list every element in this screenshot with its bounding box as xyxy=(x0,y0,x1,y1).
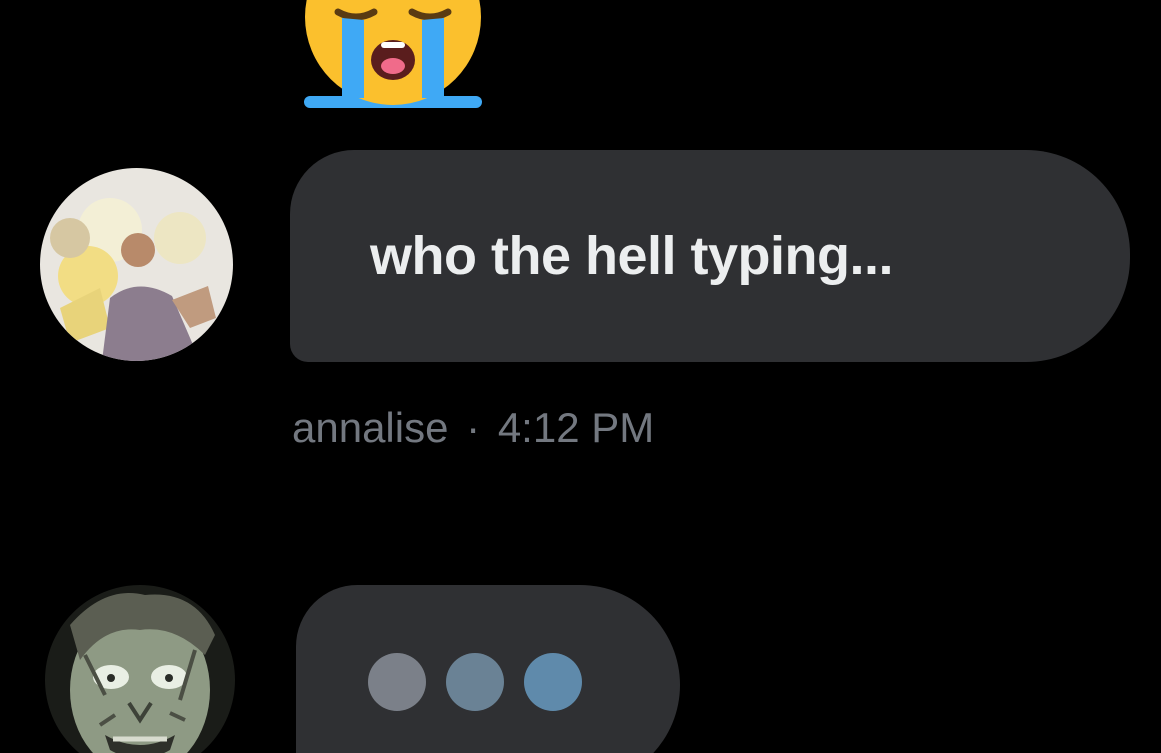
dm-conversation-view: who the hell typing... annalise · 4:12 P… xyxy=(0,0,1161,753)
typing-user-avatar[interactable] xyxy=(45,585,235,753)
typing-dot-icon xyxy=(524,653,582,711)
typing-dot-icon xyxy=(446,653,504,711)
loudly-crying-emoji-icon xyxy=(298,0,488,112)
message-text: who the hell typing... xyxy=(370,226,894,286)
meta-separator: · xyxy=(466,404,481,451)
sender-name[interactable]: annalise xyxy=(292,404,448,451)
typing-dot-icon xyxy=(368,653,426,711)
message-meta: annalise · 4:12 PM xyxy=(292,404,654,452)
message-bubble[interactable]: who the hell typing... xyxy=(290,150,1130,362)
sender-avatar[interactable] xyxy=(40,168,233,361)
profile-photo-exorcist-face xyxy=(45,585,235,753)
message-timestamp: 4:12 PM xyxy=(497,404,655,451)
typing-indicator-bubble xyxy=(296,585,680,753)
profile-photo-person-with-balloons xyxy=(40,168,233,361)
